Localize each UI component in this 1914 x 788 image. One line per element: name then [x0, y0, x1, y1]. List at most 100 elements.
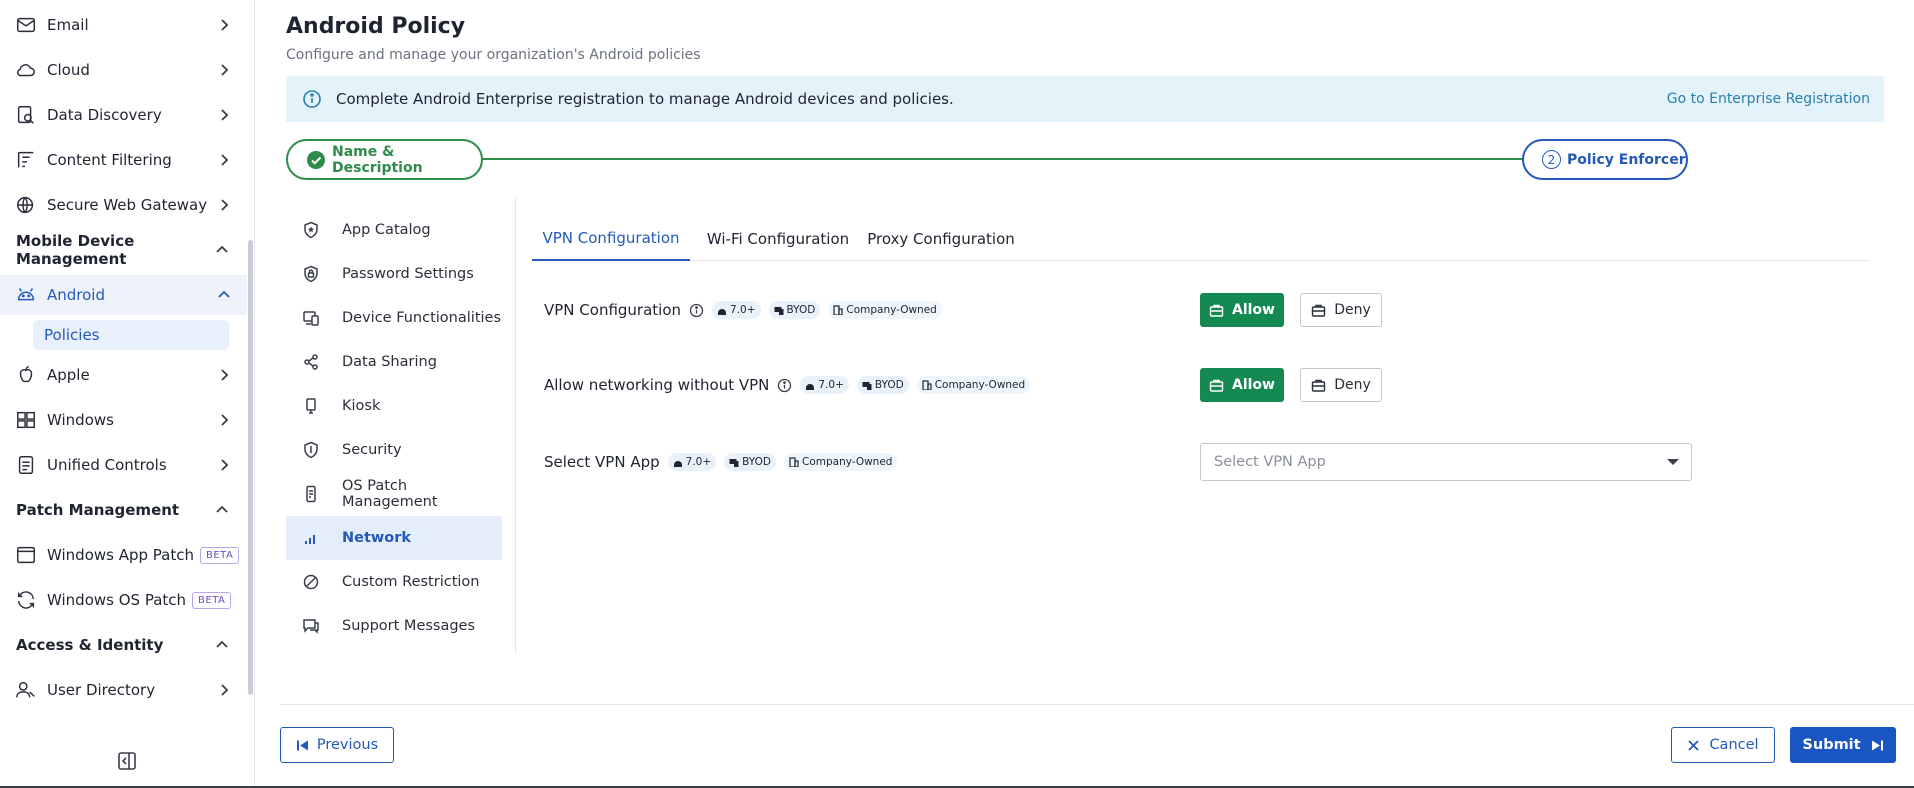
vpn-app-select[interactable]: Select VPN App: [1200, 443, 1692, 481]
sidebar-scrollbar[interactable]: [248, 240, 253, 695]
chevron-up-icon: [215, 503, 229, 517]
vpn-configuration-deny-button[interactable]: Deny: [1300, 293, 1382, 327]
block-icon: [302, 573, 320, 591]
briefcase-icon: [1209, 379, 1224, 392]
sidebar-item-android[interactable]: Android: [0, 275, 247, 315]
company-owned-chip: Company-Owned: [828, 301, 942, 319]
version-label: 7.0+: [730, 304, 756, 316]
setting-allow-networking-without-vpn: Allow networking without VPN 7.0+ BYOD C…: [544, 373, 1031, 397]
signal-icon: [302, 529, 320, 547]
policy-menu-password-settings[interactable]: Password Settings: [286, 252, 502, 296]
menu-divider: [515, 196, 516, 654]
sidebar-item-unified-controls[interactable]: Unified Controls: [0, 445, 247, 485]
version-label: 7.0+: [818, 379, 844, 391]
chevron-up-icon: [217, 288, 231, 302]
byod-icon: [862, 382, 872, 390]
step-label: Policy Enforcer: [1567, 151, 1686, 168]
cancel-label: Cancel: [1709, 737, 1759, 753]
globe-shield-icon: [15, 194, 37, 216]
submit-button[interactable]: Submit: [1790, 727, 1896, 763]
banner-message: Complete Android Enterprise registration…: [336, 90, 954, 108]
policy-menu-os-patch-management[interactable]: OS Patch Management: [286, 472, 502, 516]
policy-menu-label: Device Functionalities: [342, 310, 502, 326]
registration-banner: Complete Android Enterprise registration…: [286, 76, 1884, 122]
cancel-button[interactable]: Cancel: [1671, 727, 1775, 763]
sidebar-item-label: Android: [47, 286, 105, 304]
sidebar-item-email[interactable]: Email: [0, 5, 247, 45]
policy-menu-label: Custom Restriction: [342, 574, 480, 590]
tab-proxy-configuration[interactable]: Proxy Configuration: [866, 216, 1016, 261]
building-icon: [789, 457, 799, 467]
sidebar-item-cloud[interactable]: Cloud: [0, 50, 247, 90]
policy-menu-support-messages[interactable]: Support Messages: [286, 604, 502, 648]
android-icon: [673, 461, 682, 467]
enterprise-registration-link[interactable]: Go to Enterprise Registration: [1667, 91, 1870, 107]
policy-menu-device-functionalities[interactable]: Device Functionalities: [286, 296, 502, 340]
setting-select-vpn-app: Select VPN App 7.0+ BYOD Company-Owned: [544, 450, 898, 474]
step-name-description[interactable]: Name & Description: [286, 139, 483, 180]
phone-patch-icon: [302, 485, 320, 503]
policy-menu-label: Kiosk: [342, 398, 381, 414]
chevron-up-icon: [215, 638, 229, 652]
setting-vpn-configuration: VPN Configuration 7.0+ BYOD Company-Owne…: [544, 298, 942, 322]
tab-wifi-configuration[interactable]: Wi-Fi Configuration: [702, 216, 854, 261]
chevron-right-icon: [217, 153, 231, 167]
version-label: 7.0+: [685, 456, 712, 468]
step-policy-enforcer[interactable]: 2 Policy Enforcer: [1522, 139, 1688, 180]
vpn-configuration-allow-button[interactable]: Allow: [1200, 293, 1284, 327]
deny-label: Deny: [1334, 302, 1371, 318]
briefcase-icon: [1209, 304, 1224, 317]
sidebar-item-windows-os-patch[interactable]: Windows OS Patch BETA: [0, 580, 247, 620]
section-mobile-device-management[interactable]: Mobile Device Management: [0, 230, 247, 270]
sidebar-item-content-filtering[interactable]: Content Filtering: [0, 140, 247, 180]
networking-without-vpn-deny-button[interactable]: Deny: [1300, 368, 1382, 402]
collapse-sidebar-icon[interactable]: [116, 750, 138, 772]
byod-chip: BYOD: [856, 376, 909, 394]
version-chip: 7.0+: [667, 453, 717, 471]
mail-icon: [15, 14, 37, 36]
section-label: Patch Management: [16, 501, 180, 519]
info-icon[interactable]: [777, 378, 792, 393]
sidebar-item-secure-web-gateway[interactable]: Secure Web Gateway: [0, 185, 247, 225]
version-chip: 7.0+: [712, 301, 761, 319]
chevron-right-icon: [217, 413, 231, 427]
step-label: Name & Description: [332, 143, 423, 176]
sidebar-item-apple[interactable]: Apple: [0, 355, 247, 395]
beta-badge: BETA: [200, 546, 240, 564]
networking-without-vpn-allow-button[interactable]: Allow: [1200, 368, 1284, 402]
footer-divider: [280, 704, 1914, 705]
tab-vpn-configuration[interactable]: VPN Configuration: [532, 216, 690, 261]
chevron-right-icon: [217, 458, 231, 472]
previous-button[interactable]: Previous: [280, 727, 394, 763]
policy-menu-app-catalog[interactable]: App Catalog: [286, 208, 502, 252]
sidebar-item-windows-app-patch[interactable]: Windows App Patch BETA: [0, 535, 247, 575]
section-label: Access & Identity: [16, 636, 164, 654]
policy-menu-network[interactable]: Network: [286, 516, 502, 560]
policy-menu-custom-restriction[interactable]: Custom Restriction: [286, 560, 502, 604]
policy-menu-label: Password Settings: [342, 266, 474, 282]
info-icon: [302, 89, 322, 109]
sidebar-item-data-discovery[interactable]: Data Discovery: [0, 95, 247, 135]
sidebar-item-label: Email: [47, 16, 89, 34]
info-icon[interactable]: [689, 303, 704, 318]
policy-menu-kiosk[interactable]: Kiosk: [286, 384, 502, 428]
policy-menu-data-sharing[interactable]: Data Sharing: [286, 340, 502, 384]
network-tabs: VPN Configuration Wi-Fi Configuration Pr…: [532, 216, 1870, 261]
policy-menu-security[interactable]: Security: [286, 428, 502, 472]
policy-menu-label: App Catalog: [342, 222, 431, 238]
setting-label: VPN Configuration: [544, 301, 682, 319]
byod-label: BYOD: [742, 456, 771, 468]
content-filter-icon: [15, 149, 37, 171]
share-icon: [302, 353, 320, 371]
section-patch-management[interactable]: Patch Management: [0, 490, 247, 530]
briefcase-icon: [1312, 304, 1326, 317]
policy-menu-label: Security: [342, 442, 402, 458]
cloud-icon: [15, 59, 37, 81]
byod-label: BYOD: [874, 379, 904, 391]
sidebar-item-label: Apple: [47, 366, 90, 384]
sidebar-subitem-policies[interactable]: Policies: [33, 320, 229, 350]
sidebar-item-user-directory[interactable]: User Directory: [0, 670, 247, 710]
section-access-identity[interactable]: Access & Identity: [0, 625, 247, 665]
sidebar-item-label: Cloud: [47, 61, 90, 79]
sidebar-item-windows[interactable]: Windows: [0, 400, 247, 440]
